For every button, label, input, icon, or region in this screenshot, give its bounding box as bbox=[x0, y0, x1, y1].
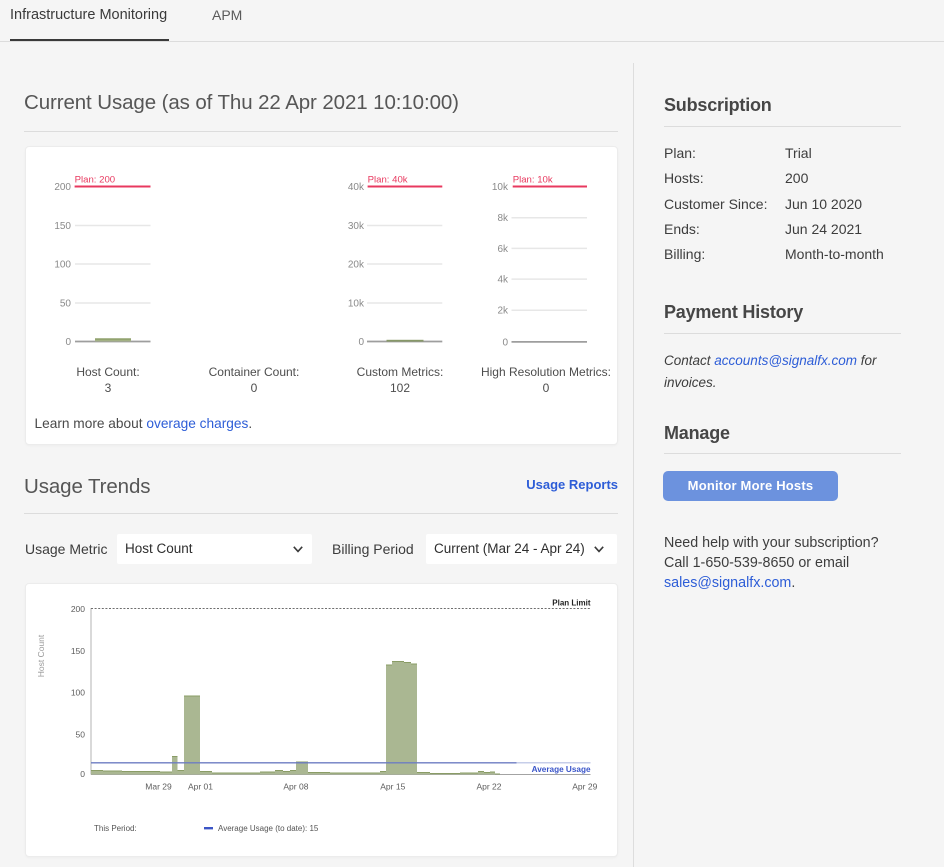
svg-text:6k: 6k bbox=[497, 244, 509, 255]
svg-text:Plan Limit: Plan Limit bbox=[552, 599, 591, 608]
svg-text:Plan: 200: Plan: 200 bbox=[75, 175, 116, 186]
svg-text:0: 0 bbox=[502, 337, 508, 348]
svg-text:Average Usage: Average Usage bbox=[532, 765, 591, 774]
svg-text:100: 100 bbox=[54, 260, 71, 271]
svg-text:Mar 29: Mar 29 bbox=[145, 782, 172, 792]
svg-text:Apr 01: Apr 01 bbox=[188, 782, 213, 792]
svg-text:Apr 08: Apr 08 bbox=[283, 782, 308, 792]
svg-text:150: 150 bbox=[71, 646, 85, 656]
svg-text:50: 50 bbox=[60, 299, 72, 310]
svg-text:0: 0 bbox=[65, 337, 71, 348]
svg-text:200: 200 bbox=[71, 604, 85, 614]
svg-text:200: 200 bbox=[54, 182, 71, 193]
svg-text:10k: 10k bbox=[492, 182, 509, 193]
svg-text:30k: 30k bbox=[348, 221, 365, 232]
svg-text:Plan: 40k: Plan: 40k bbox=[368, 175, 408, 186]
svg-text:Host Count: Host Count bbox=[36, 634, 46, 677]
svg-text:10k: 10k bbox=[348, 299, 365, 310]
svg-text:This Period:: This Period: bbox=[94, 824, 137, 833]
svg-text:0: 0 bbox=[358, 337, 364, 348]
svg-text:0: 0 bbox=[80, 769, 85, 779]
svg-text:2k: 2k bbox=[497, 306, 509, 317]
svg-text:Plan: 10k: Plan: 10k bbox=[513, 175, 553, 186]
svg-text:4k: 4k bbox=[497, 275, 509, 286]
svg-text:Apr 15: Apr 15 bbox=[380, 782, 405, 792]
svg-text:20k: 20k bbox=[348, 260, 365, 271]
svg-text:8k: 8k bbox=[497, 213, 509, 224]
svg-text:150: 150 bbox=[54, 221, 71, 232]
svg-text:40k: 40k bbox=[348, 182, 365, 193]
svg-text:Average Usage (to date): 15: Average Usage (to date): 15 bbox=[218, 824, 319, 833]
svg-text:Apr 22: Apr 22 bbox=[476, 782, 501, 792]
svg-text:50: 50 bbox=[76, 730, 86, 740]
svg-text:Apr 29: Apr 29 bbox=[572, 782, 597, 792]
svg-text:100: 100 bbox=[71, 688, 85, 698]
